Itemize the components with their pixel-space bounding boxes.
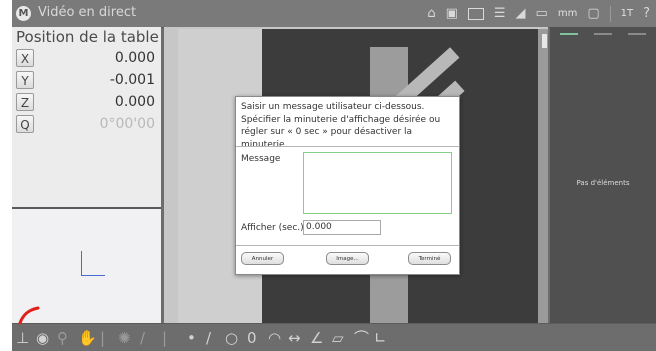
video-record-icon[interactable]: ▣ (446, 5, 458, 23)
x-axis-indicator (81, 275, 105, 276)
cancel-button[interactable]: Annuler (241, 252, 284, 265)
message-dialog: Saisir un message utilisateur ci-dessous… (235, 96, 460, 275)
axis-row-q: Q 0°00'00 (15, 115, 157, 134)
dialog-divider (236, 146, 459, 147)
window-title: Vidéo en direct (38, 5, 137, 20)
metrology-app-window: M Vidéo en direct ⌂ ▣ ☰ ◢ ▭ mm ▢ 1T ? Po… (12, 0, 656, 351)
divider-icon: | (162, 329, 168, 347)
probe-icon[interactable]: ◢ (516, 5, 526, 23)
bottom-toolbar: ⊥ ◉ ⚲ ✋ | ✺ / | • / ○ 0 ◠ ↔ ∠ ▱ ⌒ ∟ (12, 323, 656, 351)
toolbar-divider (609, 6, 611, 22)
features-panel: Pas d'éléments (550, 27, 656, 323)
origin-tool-icon[interactable]: ∟ (374, 330, 387, 346)
position-panel: Position de la table X 0.000 Y -0.001 Z … (12, 27, 161, 323)
pen-icon[interactable]: / (140, 330, 145, 346)
axis-z-button[interactable]: Z (16, 93, 34, 111)
app-logo-icon[interactable]: M (16, 6, 31, 21)
axis-y-value: -0.001 (109, 72, 155, 88)
counter-label[interactable]: 1T (621, 5, 633, 23)
zoom-icon[interactable]: ⚲ (57, 330, 68, 346)
point-tool-icon[interactable]: • (187, 330, 196, 346)
help-icon[interactable]: ? (643, 5, 650, 23)
display-time-input[interactable]: 0.000 (303, 220, 381, 235)
video-dark-region (262, 29, 546, 47)
position-panel-title: Position de la table (16, 28, 159, 46)
message-textarea[interactable] (303, 152, 452, 214)
divider-icon: | (100, 329, 106, 347)
axis-z-value: 0.000 (114, 94, 155, 110)
features-tab[interactable] (628, 33, 646, 35)
top-toolbar: ⌂ ▣ ☰ ◢ ▭ mm ▢ 1T ? (427, 4, 650, 24)
grid-view-icon[interactable] (467, 8, 484, 20)
display-time-label: Afficher (sec.) (241, 223, 304, 233)
axis-row-z: Z 0.000 (15, 93, 157, 112)
title-bar: M Vidéo en direct ⌂ ▣ ☰ ◢ ▭ mm ▢ 1T ? (12, 0, 656, 28)
red-annotation-mark (18, 306, 40, 325)
axis-row-y: Y -0.001 (15, 71, 157, 90)
done-button[interactable]: Terminé (408, 252, 451, 265)
axis-x-value: 0.000 (114, 50, 155, 66)
video-edge (538, 29, 548, 323)
curve-tool-icon[interactable]: ⌒ (354, 330, 369, 346)
axis-x-button[interactable]: X (16, 49, 34, 67)
axis-row-x: X 0.000 (15, 49, 157, 68)
dialog-instructions: Saisir un message utilisateur ci-dessous… (241, 102, 441, 150)
dialog-divider (236, 245, 459, 246)
image-button[interactable]: Image... (326, 252, 369, 265)
angle-tool-icon[interactable]: ∠ (310, 330, 323, 346)
empty-features-text: Pas d'éléments (576, 179, 630, 187)
features-tab-active[interactable] (560, 33, 578, 35)
arc-tool-icon[interactable]: ◠ (268, 330, 281, 346)
table-list-icon[interactable]: ☰ (494, 5, 506, 23)
circle-tool-icon[interactable]: ○ (225, 330, 238, 346)
parallelogram-tool-icon[interactable]: ▱ (332, 330, 344, 346)
export-icon[interactable]: ⊥ (16, 330, 29, 346)
slot-tool-icon[interactable]: 0 (247, 330, 257, 346)
home-icon[interactable]: ⌂ (427, 5, 435, 23)
axis-q-button[interactable]: Q (16, 115, 34, 133)
units-label[interactable]: mm (558, 5, 577, 23)
axis-y-button[interactable]: Y (16, 71, 34, 89)
lock-icon[interactable]: ▢ (587, 5, 599, 23)
light-icon[interactable]: ✺ (118, 330, 131, 346)
features-tab[interactable] (594, 33, 612, 35)
hand-icon[interactable]: ✋ (78, 330, 97, 346)
axis-q-value: 0°00'00 (99, 116, 155, 132)
measure-ruler-icon[interactable]: ▭ (536, 5, 548, 23)
y-axis-indicator (81, 251, 82, 276)
message-label: Message (241, 154, 281, 164)
features-tabs (552, 29, 654, 39)
line-tool-icon[interactable]: / (206, 330, 211, 346)
video-scrollbar-thumb[interactable] (542, 34, 547, 48)
target-icon[interactable]: ◉ (36, 330, 49, 346)
distance-tool-icon[interactable]: ↔ (288, 330, 301, 346)
